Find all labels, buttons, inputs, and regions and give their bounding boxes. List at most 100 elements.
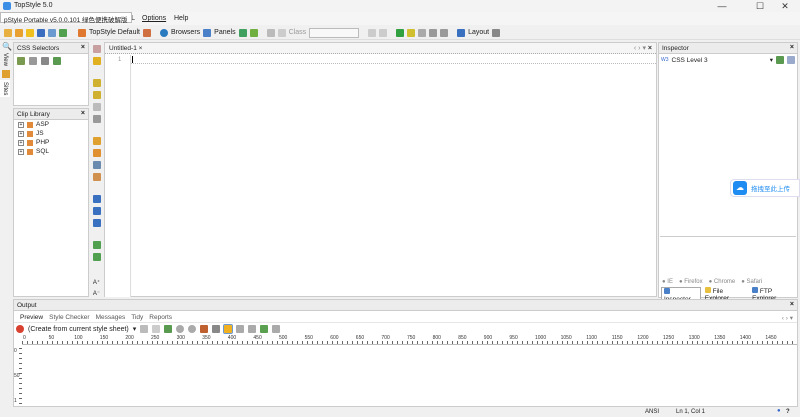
brush-icon[interactable]	[92, 115, 101, 123]
tab-scroll-controls[interactable]: ‹ › ▾	[782, 314, 793, 322]
publish-icon[interactable]	[59, 28, 67, 37]
folder-icon	[27, 130, 33, 137]
save-all-icon[interactable]	[48, 28, 56, 37]
tags-icon[interactable]	[53, 57, 61, 65]
property-icon[interactable]	[787, 56, 795, 64]
stop-icon[interactable]	[176, 325, 185, 333]
minimize-button[interactable]: —	[712, 0, 732, 12]
table-icon[interactable]	[418, 28, 427, 37]
style-edit-icon[interactable]	[142, 28, 151, 37]
menu-help[interactable]: Help	[174, 15, 188, 22]
class-select[interactable]	[309, 27, 360, 38]
tree-item[interactable]: + JS	[14, 129, 88, 138]
tab-reports[interactable]: Reports	[149, 314, 172, 321]
tab-nav-controls[interactable]: ‹ › ▾ ×	[634, 44, 652, 52]
settings-icon[interactable]	[272, 325, 281, 333]
save-icon[interactable]	[37, 28, 45, 37]
comment-icon[interactable]	[429, 28, 438, 37]
search-icon[interactable]: 🔍	[0, 42, 12, 51]
zoom-icon[interactable]	[140, 325, 149, 333]
layout-icon	[457, 28, 466, 37]
ruler-icon[interactable]	[212, 325, 221, 333]
list-icon[interactable]	[92, 207, 101, 215]
code-area[interactable]	[131, 55, 656, 64]
folder-icon[interactable]	[26, 28, 34, 37]
tag-icon[interactable]	[41, 57, 49, 65]
block-icon[interactable]	[440, 28, 449, 37]
tab-view[interactable]: View	[0, 51, 10, 68]
tag-icon[interactable]	[277, 28, 286, 37]
close-button[interactable]: ✕	[775, 0, 795, 12]
record-icon[interactable]	[188, 325, 197, 333]
edit-icon[interactable]	[92, 103, 101, 111]
hash-icon[interactable]	[92, 161, 101, 169]
tab-preview[interactable]: Preview	[20, 314, 43, 321]
export-icon[interactable]	[260, 325, 269, 333]
menu-options[interactable]: Options	[142, 15, 166, 22]
font-decrease-icon[interactable]: A⁻	[93, 290, 100, 297]
layout-button[interactable]: Layout	[468, 29, 489, 36]
validate-icon[interactable]	[396, 28, 405, 37]
grid-icon[interactable]	[238, 28, 247, 37]
wrench-icon[interactable]	[492, 28, 501, 37]
tree-item[interactable]: + ASP	[14, 120, 88, 129]
edit-icon[interactable]	[152, 325, 161, 333]
swap-icon[interactable]	[92, 137, 101, 145]
insert-icon[interactable]	[92, 79, 101, 87]
tree-item[interactable]: + PHP	[14, 138, 88, 147]
tab-untitled-1[interactable]: Untitled-1 ×	[109, 45, 142, 52]
tag-remove-icon[interactable]	[29, 57, 37, 65]
css-level-select[interactable]: CSS Level 3	[672, 57, 767, 64]
close-icon[interactable]: ×	[81, 44, 85, 51]
help-button[interactable]: ?	[786, 409, 790, 415]
highlight-icon[interactable]	[407, 28, 416, 37]
ruler-label: 250	[151, 335, 160, 341]
image-icon[interactable]	[92, 241, 101, 249]
dropdown-arrow-icon[interactable]: ▾	[770, 56, 773, 64]
height-icon[interactable]	[248, 325, 257, 333]
indent-icon[interactable]	[368, 28, 377, 37]
tab-sites[interactable]: Sites	[0, 79, 10, 98]
doc-icon[interactable]	[92, 45, 101, 53]
tree-label: SQL	[36, 148, 50, 155]
ruler-label: 1250	[663, 335, 675, 341]
maximize-button[interactable]: ☐	[750, 0, 770, 12]
color-icon[interactable]	[92, 149, 101, 157]
tab-tidy[interactable]: Tidy	[131, 314, 143, 321]
ruler-label: 600	[330, 335, 339, 341]
format-icon[interactable]	[266, 28, 275, 37]
folder-icon[interactable]	[92, 57, 101, 65]
refresh-icon[interactable]	[164, 325, 173, 333]
ruler-label: 950	[509, 335, 518, 341]
wrench-icon[interactable]	[776, 56, 784, 64]
chrome-icon	[16, 325, 24, 333]
tab-messages[interactable]: Messages	[96, 314, 126, 321]
preview-source-select[interactable]: (Create from current style sheet)	[28, 326, 129, 333]
pointer-icon[interactable]	[223, 324, 234, 334]
outdent-icon[interactable]	[379, 28, 388, 37]
panels-button[interactable]: Panels	[214, 29, 235, 36]
box-icon[interactable]	[92, 195, 101, 203]
image-icon[interactable]	[92, 253, 101, 261]
ruler-label: 800	[432, 335, 441, 341]
tab-style-checker[interactable]: Style Checker	[49, 314, 89, 321]
image-icon[interactable]	[249, 28, 258, 37]
upload-widget[interactable]: ☁ 拖拽至此上传	[730, 179, 800, 197]
ruler-label: 1200	[637, 335, 649, 341]
close-icon[interactable]: ×	[790, 301, 794, 308]
width-icon[interactable]	[236, 325, 245, 333]
font-increase-icon[interactable]: A⁺	[93, 279, 100, 286]
tool-icon[interactable]	[200, 325, 209, 333]
tag-add-icon[interactable]	[17, 57, 25, 65]
info-icon[interactable]: ●	[777, 408, 781, 414]
browsers-button[interactable]: Browsers	[171, 29, 200, 36]
close-icon[interactable]: ×	[81, 110, 85, 117]
tree-item[interactable]: + SQL	[14, 147, 88, 156]
new-icon[interactable]	[4, 28, 12, 37]
open-icon[interactable]	[15, 28, 23, 37]
pen-icon[interactable]	[92, 173, 101, 181]
style-dropdown[interactable]: TopStyle Default	[89, 29, 140, 36]
columns-icon[interactable]	[92, 219, 101, 227]
insert-icon[interactable]	[92, 91, 101, 99]
close-icon[interactable]: ×	[790, 44, 794, 51]
